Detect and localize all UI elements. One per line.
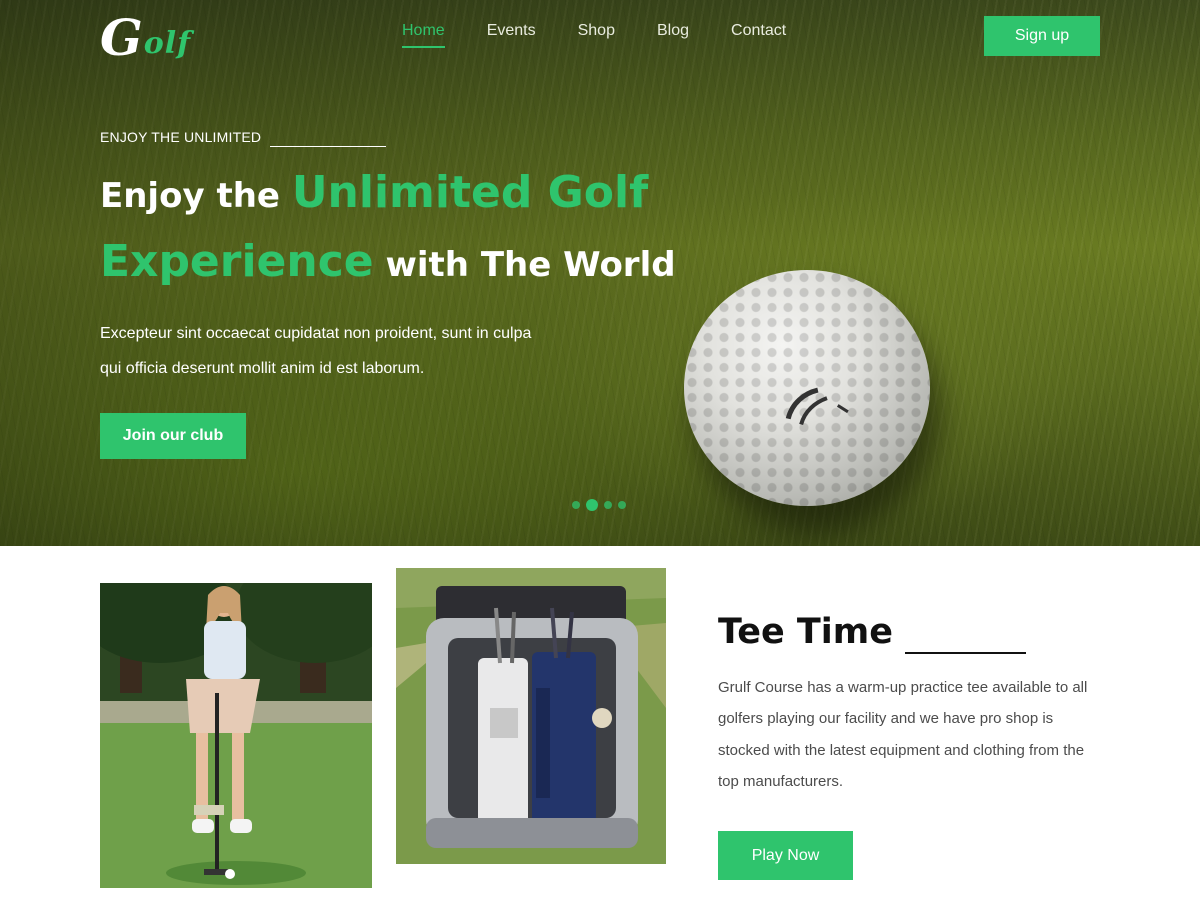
headline-highlight-1: Unlimited Golf (291, 167, 649, 218)
hero-description-line-2: qui officia deserunt mollit anim id est … (100, 360, 425, 377)
nav-events[interactable]: Events (487, 22, 536, 46)
slider-dots (572, 499, 626, 511)
slider-dot-2[interactable] (586, 499, 598, 511)
tee-time-divider (905, 652, 1026, 654)
headline-part-1: Enjoy the (100, 176, 292, 216)
slider-dot-1[interactable] (572, 501, 580, 509)
logo-initial: G (100, 8, 143, 67)
nav-blog[interactable]: Blog (657, 22, 689, 46)
golfer-illustration (100, 583, 372, 888)
slider-dot-3[interactable] (604, 501, 612, 509)
join-club-button[interactable]: Join our club (100, 413, 246, 459)
golfer-photo (100, 583, 372, 888)
hero-description: Excepteur sint occaecat cupidatat non pr… (100, 316, 620, 386)
nav-contact[interactable]: Contact (731, 22, 786, 46)
nav-home[interactable]: Home (402, 22, 445, 48)
eyebrow-divider (270, 146, 386, 147)
logo-text: olf (143, 26, 192, 61)
tee-time-description: Grulf Course has a warm-up practice tee … (718, 679, 1088, 790)
main-nav: Home Events Shop Blog Contact (402, 22, 828, 48)
hero-description-line-1: Excepteur sint occaecat cupidatat non pr… (100, 325, 532, 342)
headline-part-2: with The World (373, 245, 676, 285)
golf-cart-illustration (396, 568, 666, 864)
slider-dot-4[interactable] (618, 501, 626, 509)
play-now-button[interactable]: Play Now (718, 831, 853, 880)
headline-highlight-2: Experience (100, 236, 374, 287)
tee-time-title: Tee Time (718, 612, 893, 652)
hero-eyebrow: ENJOY THE UNLIMITED (100, 129, 262, 145)
nav-shop[interactable]: Shop (578, 22, 615, 46)
site-logo[interactable]: G olf (100, 8, 191, 64)
hero-headline: Enjoy the Unlimited Golf Experience with… (100, 160, 720, 298)
signup-button[interactable]: Sign up (984, 16, 1100, 56)
golf-cart-photo (396, 568, 666, 864)
